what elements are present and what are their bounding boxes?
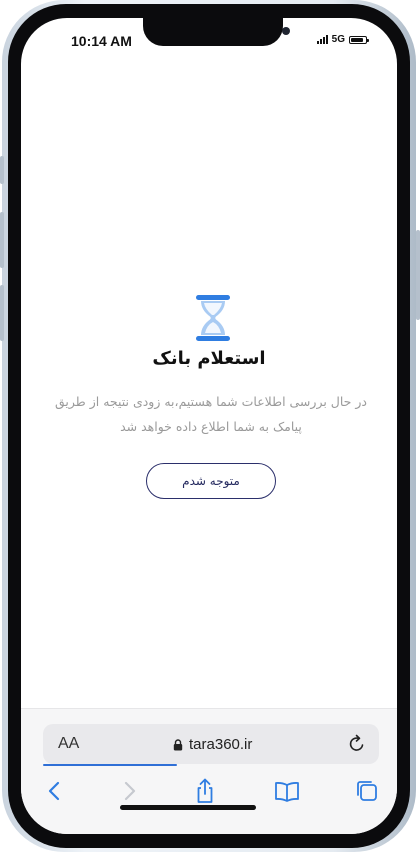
lock-icon [173,738,183,750]
volume-up-button [0,212,4,268]
power-button [416,230,420,320]
mute-switch [0,156,4,184]
address-bar[interactable]: AA tara360.ir [43,724,379,766]
reload-icon[interactable] [347,734,367,754]
phone-frame: 10:14 AM 5G استعلام بانک در حال بررسی اط… [0,0,420,854]
bookmarks-icon[interactable] [273,777,301,805]
volume-down-button [0,285,4,341]
screen: 10:14 AM 5G استعلام بانک در حال بررسی اط… [21,18,397,834]
notch [143,18,290,46]
back-icon[interactable] [41,777,69,805]
browser-toolbar: AA tara360.ir [21,708,397,834]
network-type: 5G [331,34,345,45]
battery-icon [349,35,369,44]
tabs-icon[interactable] [353,777,381,805]
share-icon[interactable] [191,777,219,805]
page-description: در حال بررسی اطلاعات شما هستیم،به زودی ن… [54,394,367,434]
text-size-button[interactable]: AA [58,735,79,753]
front-camera [282,27,290,35]
hourglass-icon [196,295,230,341]
url-display[interactable]: tara360.ir [173,736,252,753]
forward-icon[interactable] [115,777,143,805]
home-indicator [120,805,256,810]
status-time: 10:14 AM [71,33,132,49]
signal-icon [316,35,328,44]
status-indicators: 5G [316,34,369,45]
page-load-progress [43,764,178,766]
page-title: استعلام بانک [152,348,266,369]
url-text: tara360.ir [189,736,253,753]
confirm-button[interactable]: متوجه شدم [146,463,276,499]
